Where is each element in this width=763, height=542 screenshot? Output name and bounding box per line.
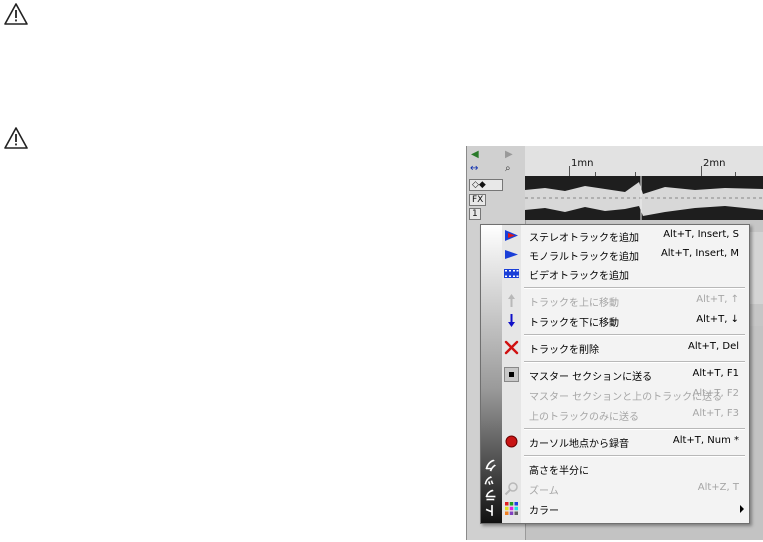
menu-item-shortcut: Alt+T, ↑ bbox=[696, 294, 739, 305]
fx-dropdown[interactable]: FX bbox=[469, 194, 487, 206]
menu-item-send-to-master[interactable]: マスター セクションに送る Alt+T, F1 bbox=[502, 365, 749, 385]
submenu-arrow-icon bbox=[740, 505, 744, 513]
menu-item-move-track-down[interactable]: トラックを下に移動 Alt+T, ↓ bbox=[502, 311, 749, 331]
menu-item-label: トラックを下に移動 bbox=[529, 318, 619, 329]
menu-item-label: 上のトラックのみに送る bbox=[529, 412, 639, 423]
menu-item-label: マスター セクションに送る bbox=[529, 372, 653, 383]
menu-item-label: ビデオトラックを追加 bbox=[529, 271, 629, 282]
zoom-small-icon[interactable]: ⌕ bbox=[505, 163, 511, 175]
menu-side-label: トラック bbox=[485, 457, 500, 517]
menu-item-record-from-cursor[interactable]: カーソル地点から録音 Alt+T, Num * bbox=[502, 432, 749, 452]
menu-item-label: ズーム bbox=[529, 486, 559, 497]
menu-item-label: モノラルトラックを追加 bbox=[529, 252, 639, 263]
menu-item-label: ステレオトラックを追加 bbox=[529, 233, 639, 244]
menu-item-label: 高さを半分に bbox=[529, 466, 589, 477]
menu-side-banner: トラック bbox=[481, 225, 502, 523]
arrow-up-icon bbox=[508, 294, 515, 307]
menu-item-add-mono-track[interactable]: モノラルトラックを追加 Alt+T, Insert, M bbox=[502, 245, 749, 265]
track-context-menu: トラック ステレオトラックを追加 Alt+T, Insert, S モノラルトラ… bbox=[480, 224, 750, 524]
menu-item-shortcut: Alt+T, ↓ bbox=[696, 314, 739, 325]
delete-icon bbox=[504, 340, 519, 355]
track-mode-buttons[interactable]: ◇◆ bbox=[469, 179, 503, 191]
warning-icon bbox=[4, 127, 28, 149]
menu-item-label: カーソル地点から録音 bbox=[529, 439, 629, 450]
menu-item-add-video-track[interactable]: ビデオトラックを追加 bbox=[502, 264, 749, 284]
menu-item-color[interactable]: カラー bbox=[502, 499, 749, 519]
menu-item-add-stereo-track[interactable]: ステレオトラックを追加 Alt+T, Insert, S bbox=[502, 226, 749, 246]
menu-item-shortcut: Alt+T, Num * bbox=[672, 435, 739, 446]
menu-item-shortcut: Alt+T, F3 bbox=[692, 408, 740, 419]
resize-horizontal-icon[interactable]: ↔ bbox=[470, 163, 478, 175]
master-section-icon bbox=[504, 367, 519, 382]
menu-separator bbox=[524, 428, 745, 430]
menu-item-half-height[interactable]: 高さを半分に bbox=[502, 459, 749, 479]
stereo-track-icon bbox=[505, 230, 518, 241]
menu-item-zoom[interactable]: ズーム Alt+Z, T bbox=[502, 479, 749, 499]
color-palette-icon bbox=[505, 502, 518, 515]
ruler-mark-1: 1mn bbox=[571, 158, 594, 169]
menu-item-label: カラー bbox=[529, 506, 559, 517]
forward-arrow-icon[interactable]: ▶ bbox=[505, 149, 513, 161]
menu-separator bbox=[524, 455, 745, 457]
track-number-dropdown[interactable]: 1 bbox=[469, 208, 481, 220]
video-track-icon bbox=[504, 269, 519, 278]
menu-separator bbox=[524, 334, 745, 336]
menu-item-move-track-up[interactable]: トラックを上に移動 Alt+T, ↑ bbox=[502, 291, 749, 311]
menu-separator bbox=[524, 287, 745, 289]
menu-item-shortcut: Alt+T, Del bbox=[687, 341, 739, 352]
menu-item-shortcut: Alt+T, Insert, M bbox=[660, 248, 739, 259]
menu-item-shortcut: Alt+T, F2 bbox=[692, 388, 740, 399]
timeline-ruler[interactable]: 1mn 2mn bbox=[525, 146, 763, 177]
menu-item-label: トラックを上に移動 bbox=[529, 298, 619, 309]
menu-item-label: トラックを削除 bbox=[529, 345, 599, 356]
menu-item-send-to-master-and-upper[interactable]: マスター セクションと上のトラックに送る Alt+T, F2 bbox=[502, 385, 749, 405]
menu-item-send-to-upper-only[interactable]: 上のトラックのみに送る Alt+T, F3 bbox=[502, 405, 749, 425]
menu-item-shortcut: Alt+Z, T bbox=[697, 482, 739, 493]
warning-icon bbox=[4, 3, 28, 25]
menu-separator bbox=[524, 361, 745, 363]
back-arrow-icon[interactable]: ◀ bbox=[471, 149, 479, 161]
zoom-icon bbox=[504, 482, 518, 496]
waveform[interactable] bbox=[525, 176, 763, 220]
ruler-mark-2: 2mn bbox=[703, 158, 726, 169]
menu-item-shortcut: Alt+T, F1 bbox=[692, 368, 740, 379]
arrow-down-icon bbox=[508, 314, 515, 327]
mono-track-icon bbox=[505, 250, 518, 259]
record-icon bbox=[505, 435, 518, 448]
menu-item-delete-track[interactable]: トラックを削除 Alt+T, Del bbox=[502, 338, 749, 358]
menu-item-shortcut: Alt+T, Insert, S bbox=[663, 229, 739, 240]
